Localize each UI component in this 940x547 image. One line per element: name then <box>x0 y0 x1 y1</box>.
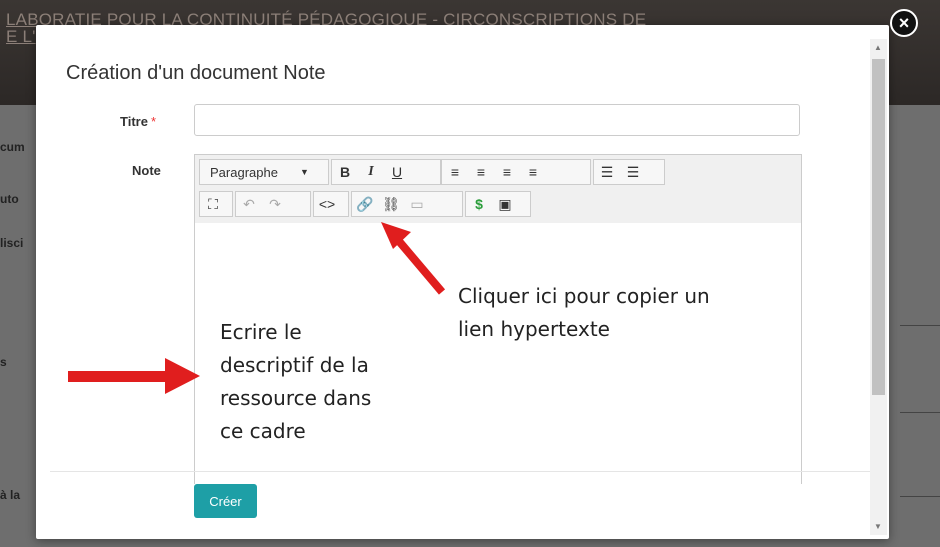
align-center-icon[interactable]: ≡ <box>468 160 494 184</box>
text-style-group: B I U <box>331 159 441 185</box>
image-icon[interactable]: ▣ <box>492 192 518 216</box>
justify-icon[interactable]: ≡ <box>520 160 546 184</box>
background-divider <box>900 496 940 497</box>
modal-scrollbar[interactable]: ▲ ▼ <box>870 39 887 535</box>
background-divider <box>900 325 940 326</box>
fullscreen-icon[interactable]: ⛶ <box>200 192 226 216</box>
footer-divider <box>50 471 876 472</box>
annotation-line: ce cadre <box>220 419 306 443</box>
annotation-line: Cliquer ici pour copier un <box>458 284 710 308</box>
scroll-up-icon[interactable]: ▲ <box>874 43 882 52</box>
required-mark: * <box>150 114 156 129</box>
background-side-label: lisci <box>0 236 24 250</box>
annotation-line: ressource dans <box>220 386 372 410</box>
italic-button[interactable]: I <box>358 160 384 184</box>
note-label: Note <box>132 163 161 178</box>
background-divider <box>900 412 940 413</box>
background-side-label: uto <box>0 192 19 206</box>
scrollbar-thumb[interactable] <box>872 59 885 395</box>
annotation-line: descriptif de la <box>220 353 369 377</box>
close-button[interactable]: × <box>890 9 918 37</box>
create-button[interactable]: Créer <box>194 484 257 518</box>
source-code-icon[interactable]: <> <box>314 192 340 216</box>
history-group: ↶ ↷ <box>235 191 311 217</box>
list-group: ☰ ☰ <box>593 159 665 185</box>
titre-input[interactable] <box>194 104 800 136</box>
modal-title: Création d'un document Note <box>66 62 326 84</box>
align-right-icon[interactable]: ≡ <box>494 160 520 184</box>
background-title-line2: E L' <box>6 27 36 46</box>
annotation-line: lien hypertexte <box>458 317 610 341</box>
paragraph-select-label: Paragraphe <box>210 164 278 180</box>
redo-icon[interactable]: ↷ <box>262 192 288 216</box>
bullet-list-icon[interactable]: ☰ <box>594 160 620 184</box>
fullscreen-group: ⛶ <box>199 191 233 217</box>
undo-icon[interactable]: ↶ <box>236 192 262 216</box>
underline-button[interactable]: U <box>384 160 410 184</box>
titre-label: Titre * <box>120 114 156 129</box>
numbered-list-icon[interactable]: ☰ <box>620 160 646 184</box>
background-side-label: à la <box>0 488 21 502</box>
editor-toolbar: Paragraphe ▼ B I U ≡ ≡ ≡ ≡ ☰ ☰ ⛶ ↶ ↷ <> … <box>195 155 801 224</box>
bold-button[interactable]: B <box>332 160 358 184</box>
media-group: $ ▣ <box>465 191 531 217</box>
link-icon[interactable]: 🔗 <box>352 192 378 216</box>
background-side-label: s <box>0 355 7 369</box>
alignment-group: ≡ ≡ ≡ ≡ <box>441 159 591 185</box>
align-left-icon[interactable]: ≡ <box>442 160 468 184</box>
titre-label-text: Titre <box>120 114 148 129</box>
editor-hint-annotation: Ecrire le descriptif de la ressource dan… <box>220 316 371 448</box>
scroll-down-icon[interactable]: ▼ <box>874 522 882 531</box>
link-hint-annotation: Cliquer ici pour copier un lien hypertex… <box>458 280 710 346</box>
chevron-down-icon: ▼ <box>299 167 309 177</box>
paragraph-select[interactable]: Paragraphe ▼ <box>200 160 320 184</box>
special-char-icon[interactable]: $ <box>466 192 492 216</box>
code-group: <> <box>313 191 349 217</box>
annotation-line: Ecrire le <box>220 320 302 344</box>
format-group: Paragraphe ▼ <box>199 159 329 185</box>
link-group: 🔗 ⛓ ▭ <box>351 191 463 217</box>
embed-icon[interactable]: ▭ <box>404 192 430 216</box>
unlink-icon[interactable]: ⛓ <box>378 192 404 216</box>
background-side-label: cum <box>0 140 25 154</box>
